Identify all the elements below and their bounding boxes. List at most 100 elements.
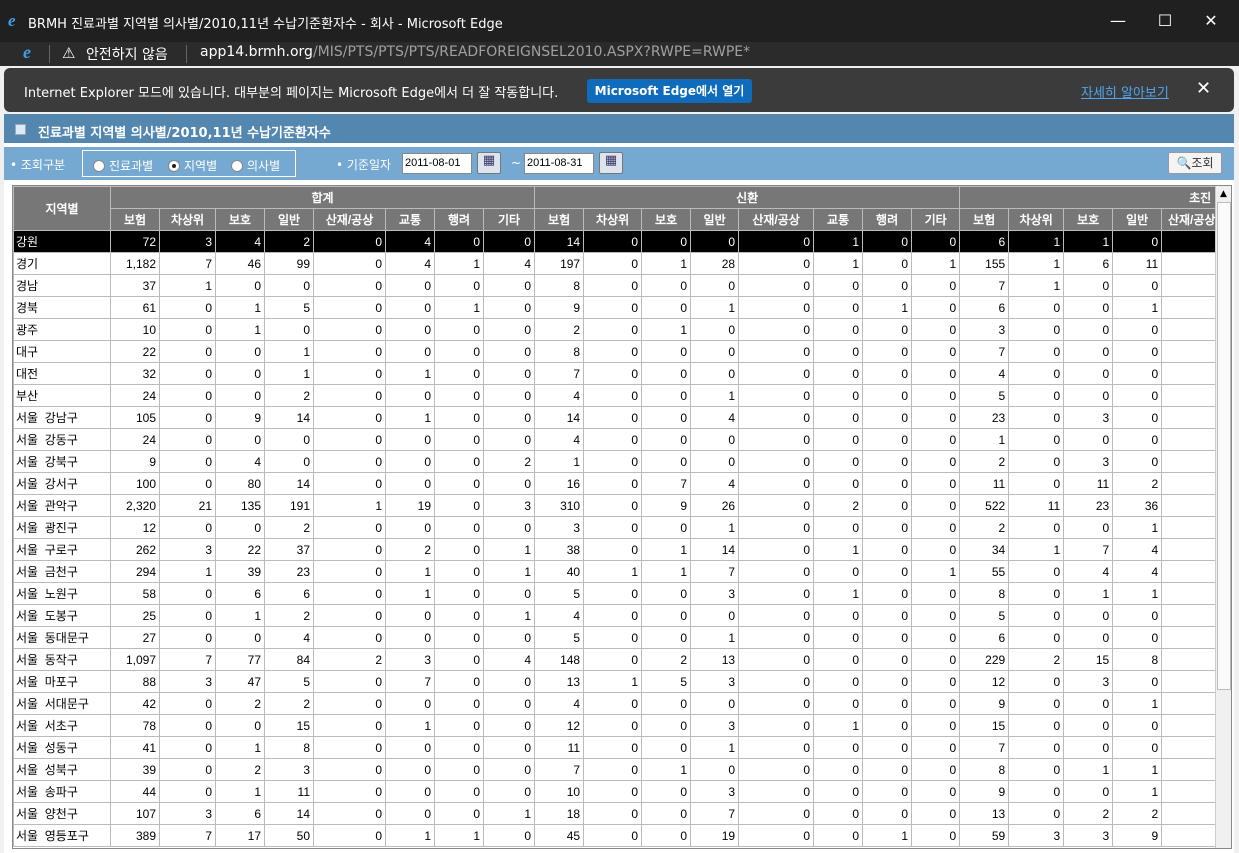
minimize-button[interactable]: —: [1098, 8, 1138, 34]
value-cell: 0: [1112, 428, 1163, 451]
value-cell: 0: [1063, 692, 1114, 715]
value-cell: 0: [159, 582, 216, 605]
table-row[interactable]: 대전 32 0 0 1 0 1 0 0 7 0 0 0 0 0 0 0 4 0 0 0: [13, 362, 1223, 385]
maximize-button[interactable]: ☐: [1145, 8, 1185, 34]
value-cell: [1161, 318, 1223, 341]
table-row[interactable]: 광주 10 0 1 0 0 0 0 0 2 0 1 0 0 0 0 0 3 0 0 0: [13, 318, 1223, 341]
region-cell: 서울 노원구: [13, 582, 111, 605]
table-row[interactable]: 서울 마포구 88 3 47 5 0 7 0 0 13 1 5 3 0 0 0 0 12 0 3 0: [13, 670, 1223, 693]
search-button[interactable]: 🔍조회: [1168, 152, 1222, 174]
value-cell: 0: [641, 582, 692, 605]
value-cell: 0: [862, 230, 913, 253]
value-cell: 0: [1008, 428, 1065, 451]
security-status[interactable]: 안전하지 않음: [86, 44, 168, 64]
table-row[interactable]: 서울 강서구 100 0 80 14 0 0 0 0 16 0 7 4 0 0 0 0 11 0 11 2: [13, 472, 1223, 495]
table-row[interactable]: 서울 강남구 105 0 9 14 0 1 0 0 14 0 0 4 0 0 0 0 23 0 3 0: [13, 406, 1223, 429]
value-cell: 0: [482, 670, 536, 693]
group-header: 신환: [534, 186, 961, 209]
table-row[interactable]: 서울 구로구 262 3 22 37 0 2 0 1 38 0 1 14 0 1 0 0 34 1 7 4: [13, 538, 1223, 561]
table-row[interactable]: 서울 강북구 9 0 4 0 0 0 0 2 1 0 0 0 0 0 0 0 2 0 3 0: [13, 450, 1223, 473]
table-row[interactable]: 경북 61 0 1 5 0 0 1 0 9 0 0 1 0 0 1 0 6 0 0 1: [13, 296, 1223, 319]
value-cell: 0: [1063, 736, 1114, 759]
table-row[interactable]: 서울 성동구 41 0 1 8 0 0 0 0 11 0 0 1 0 0 0 0 7 0 0 0: [13, 736, 1223, 759]
value-cell: 1: [385, 362, 435, 385]
value-cell: 7: [159, 648, 216, 671]
value-cell: 0: [690, 340, 740, 363]
value-cell: 107: [110, 802, 160, 825]
table-row[interactable]: 강원 72 3 4 2 0 4 0 0 14 0 0 0 0 1 0 0 6 1 1 0: [13, 230, 1223, 253]
value-cell: 23: [1063, 494, 1114, 517]
scroll-up-icon[interactable]: ▲: [1216, 186, 1231, 202]
value-cell: 0: [313, 296, 386, 319]
value-cell: 15: [959, 714, 1010, 737]
table-row[interactable]: 서울 노원구 58 0 6 6 0 1 0 0 5 0 0 3 0 1 0 0 8 0 1 1: [13, 582, 1223, 605]
table-row[interactable]: 서울 영등포구 389 7 17 50 0 1 1 0 45 0 0 19 0 0 1 0 59 3 3 9: [13, 824, 1223, 847]
table-row[interactable]: 서울 서대문구 42 0 2 2 0 0 0 0 4 0 0 0 0 0 0 0 9 0 0 1: [13, 692, 1223, 715]
open-in-edge-button[interactable]: Microsoft Edge에서 열기: [587, 79, 752, 103]
calendar-icon[interactable]: ▦: [477, 152, 501, 174]
region-cell: 광주: [13, 318, 111, 341]
value-cell: [1161, 230, 1223, 253]
table-row[interactable]: 서울 성북구 39 0 2 3 0 0 0 0 7 0 1 0 0 0 0 0 8 0 1 1: [13, 758, 1223, 781]
value-cell: 2: [1112, 802, 1163, 825]
value-cell: 0: [583, 582, 643, 605]
table-row[interactable]: 서울 송파구 44 0 1 11 0 0 0 0 10 0 0 3 0 0 0 0 9 0 0 1: [13, 780, 1223, 803]
banner-close-icon[interactable]: ✕: [1196, 78, 1211, 99]
value-cell: 0: [1008, 692, 1065, 715]
learn-more-link[interactable]: 자세히 알아보기: [1081, 82, 1169, 101]
radio-doctor[interactable]: 의사별: [231, 157, 280, 174]
table-row[interactable]: 서울 도봉구 25 0 1 2 0 0 0 1 4 0 0 0 0 0 0 0 5 0 0 0: [13, 604, 1223, 627]
value-cell: 6: [959, 296, 1010, 319]
value-cell: 5: [959, 604, 1010, 627]
table-row[interactable]: 서울 강동구 24 0 0 0 0 0 0 0 4 0 0 0 0 0 0 0 1 0 0 0: [13, 428, 1223, 451]
region-cell: 강원: [13, 230, 111, 253]
value-cell: 0: [215, 340, 265, 363]
date-from-input[interactable]: 2011-08-01: [402, 153, 472, 174]
region-cell: 서울 관악구: [13, 494, 111, 517]
address-bar[interactable]: e ⚠ 안전하지 않음 app14.brmh.org/MIS/PTS/PTS/P…: [0, 42, 1239, 66]
close-button[interactable]: ✕: [1191, 8, 1231, 34]
value-cell: 0: [215, 714, 265, 737]
column-header: 차상위: [1008, 208, 1065, 231]
value-cell: 0: [159, 472, 216, 495]
table-row[interactable]: 부산 24 0 0 2 0 0 0 0 4 0 0 1 0 0 0 0 5 0 0 0: [13, 384, 1223, 407]
value-cell: 0: [385, 384, 435, 407]
region-cell: 서울 강남구: [13, 406, 111, 429]
table-row[interactable]: 서울 양천구 107 3 6 14 0 0 0 1 18 0 0 7 0 0 0 0 13 0 2 2: [13, 802, 1223, 825]
value-cell: 0: [738, 450, 815, 473]
radio-department[interactable]: 진료과별: [93, 157, 153, 174]
value-cell: 0: [583, 318, 643, 341]
value-cell: [1161, 384, 1223, 407]
ie-mode-icon[interactable]: e: [23, 42, 31, 63]
table-row[interactable]: 대구 22 0 0 1 0 0 0 0 8 0 0 0 0 0 0 0 7 0 0 0: [13, 340, 1223, 363]
value-cell: 0: [862, 714, 913, 737]
value-cell: 0: [385, 296, 435, 319]
value-cell: 15: [264, 714, 314, 737]
column-header: 기타: [911, 208, 961, 231]
calendar-icon[interactable]: ▦: [599, 152, 623, 174]
value-cell: 0: [215, 516, 265, 539]
table-row[interactable]: 서울 서초구 78 0 0 15 0 1 0 0 12 0 0 3 0 1 0 0 15 0 0 0: [13, 714, 1223, 737]
date-to-input[interactable]: 2011-08-31: [524, 153, 594, 174]
table-row[interactable]: 경남 37 1 0 0 0 0 0 0 8 0 0 0 0 0 0 0 7 1 0 0: [13, 274, 1223, 297]
value-cell: 7: [534, 362, 585, 385]
region-cell: 서울 영등포구: [13, 824, 111, 847]
value-cell: 0: [434, 516, 484, 539]
scroll-thumb[interactable]: [1217, 202, 1231, 690]
value-cell: 1: [641, 758, 692, 781]
radio-region[interactable]: 지역별: [168, 157, 217, 174]
value-cell: 0: [385, 736, 435, 759]
table-row[interactable]: 서울 금천구 294 1 39 23 0 1 0 1 40 1 1 7 0 0 0 1 55 0 4 4: [13, 560, 1223, 583]
table-row[interactable]: 서울 동작구 1,097 7 77 84 2 3 0 4 148 0 2 13 0 0 0 0 229 2 15 8: [13, 648, 1223, 671]
value-cell: 5: [641, 670, 692, 693]
vertical-scrollbar[interactable]: ▲: [1215, 186, 1231, 848]
table-row[interactable]: 경기 1,182 7 46 99 0 4 1 4 197 0 1 28 0 1 0 1 155 1 6 11: [13, 252, 1223, 275]
title-bar: e BRMH 진료과별 지역별 의사별/2010,11년 수납기준환자수 - 회…: [0, 0, 1239, 42]
value-cell: 0: [813, 362, 864, 385]
url-text[interactable]: app14.brmh.org/MIS/PTS/PTS/PTS/READFOREI…: [200, 44, 750, 60]
value-cell: 0: [1112, 736, 1163, 759]
table-row[interactable]: 서울 동대문구 27 0 0 4 0 0 0 0 5 0 0 1 0 0 0 0 6 0 0 0: [13, 626, 1223, 649]
table-row[interactable]: 서울 광진구 12 0 0 2 0 0 0 0 3 0 0 1 0 0 0 0 2 0 0 1: [13, 516, 1223, 539]
value-cell: 0: [434, 384, 484, 407]
table-row[interactable]: 서울 관악구 2,320 21 135 191 1 19 0 3 310 0 9 26 0 2 0 0 522 11…: [13, 494, 1223, 517]
